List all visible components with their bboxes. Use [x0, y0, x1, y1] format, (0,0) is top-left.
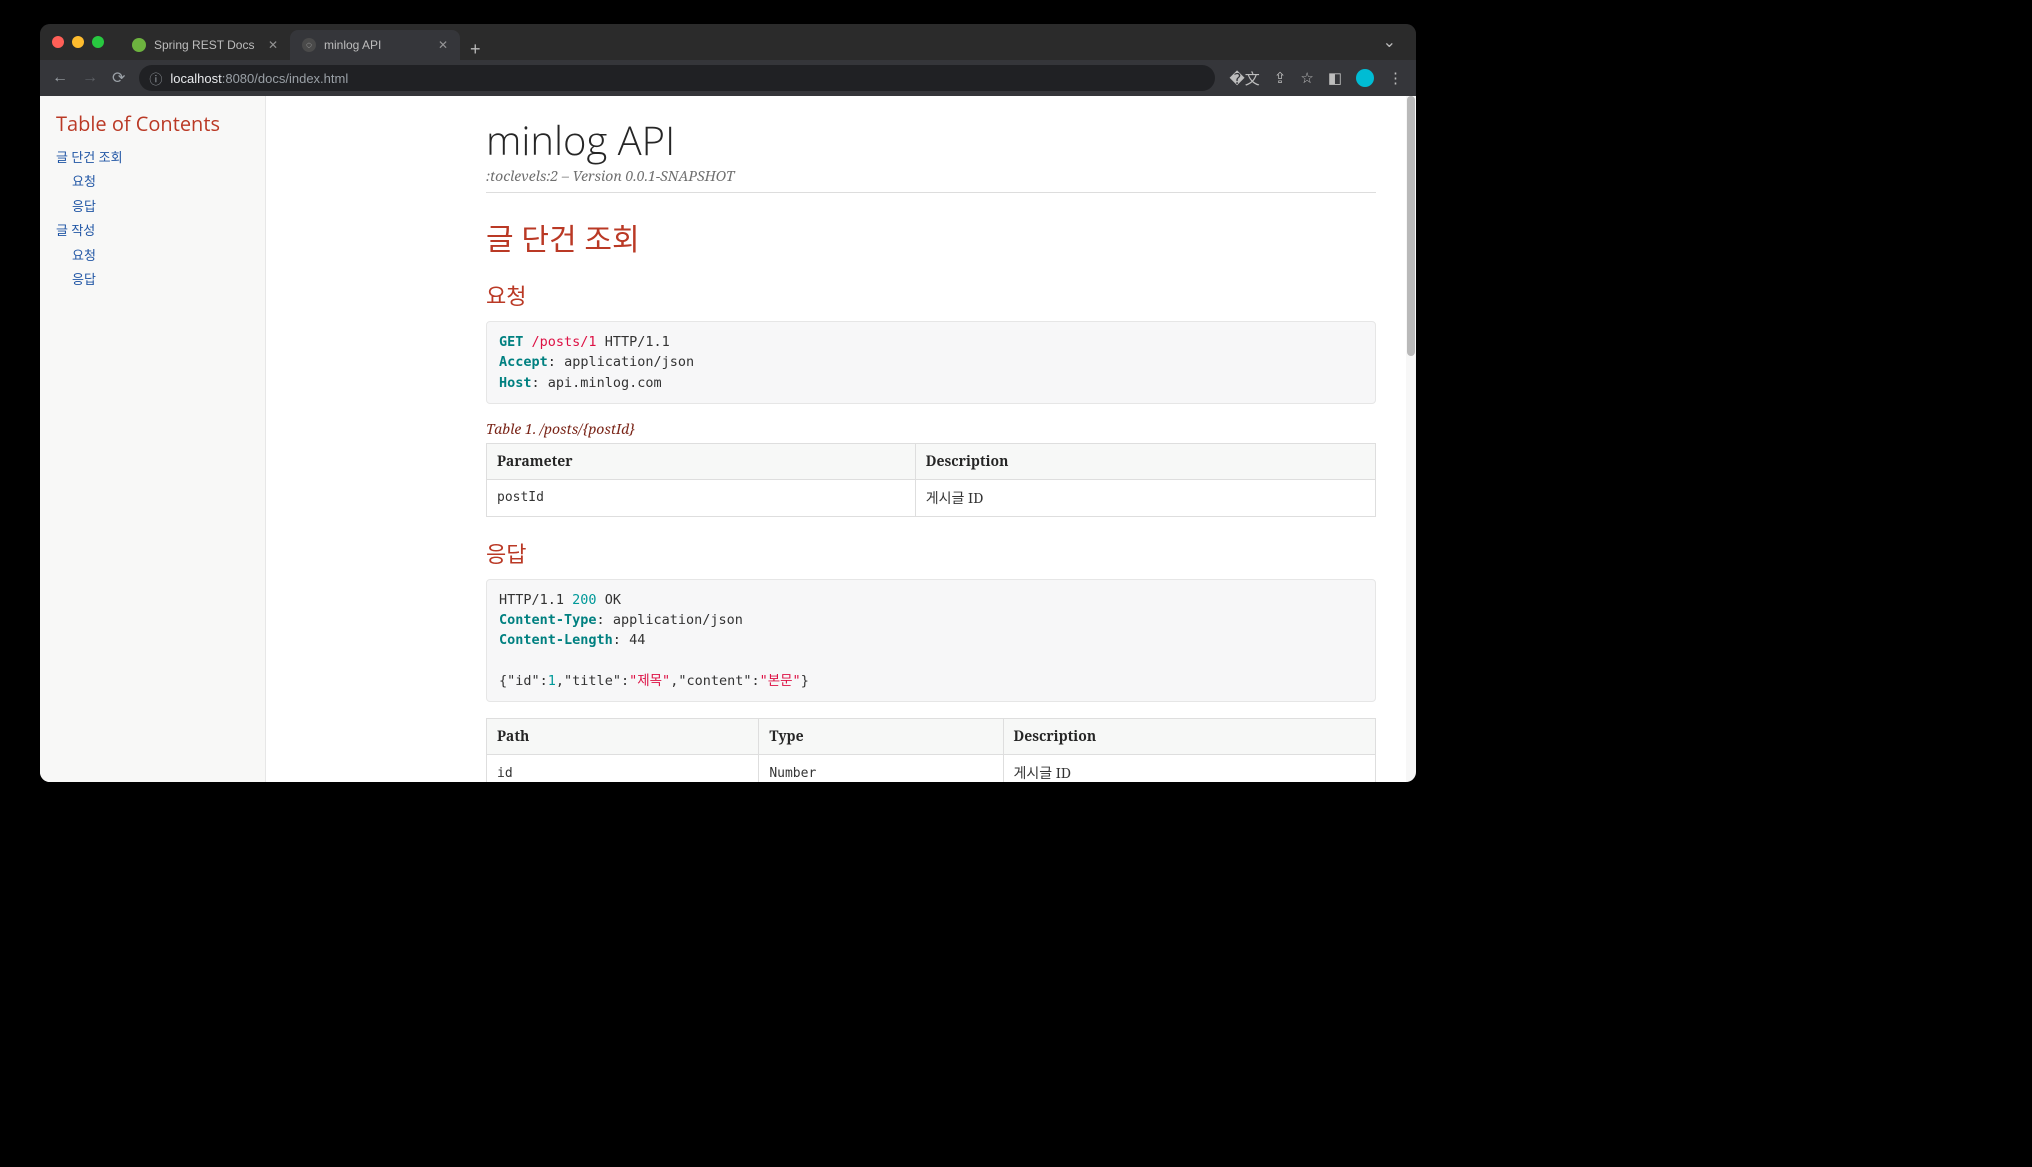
section-heading-get-post: 글 단건 조회	[486, 215, 1376, 259]
browser-window: Spring REST Docs ✕ ◌ minlog API ✕ + ⌄ ← …	[40, 24, 1416, 782]
subsection-response: 응답	[486, 537, 1376, 569]
toc-link[interactable]: 글 작성	[56, 221, 95, 239]
tabs-overflow-button[interactable]: ⌄	[1375, 32, 1404, 52]
toc-link[interactable]: 요청	[72, 246, 96, 264]
tab-minlog-api[interactable]: ◌ minlog API ✕	[290, 30, 460, 60]
url-text: localhost:8080/docs/index.html	[170, 71, 348, 86]
site-info-icon[interactable]: ⓘ	[149, 69, 162, 88]
scrollbar-thumb[interactable]	[1407, 96, 1415, 356]
page-title: minlog API	[486, 112, 1376, 167]
sidebar-toc: Table of Contents 글 단건 조회 요청 응답 글 작성 요청 …	[40, 96, 266, 782]
titlebar: Spring REST Docs ✕ ◌ minlog API ✕ + ⌄	[40, 24, 1416, 60]
window-fullscreen-button[interactable]	[92, 36, 104, 48]
favicon-icon: ◌	[302, 38, 316, 52]
toc-link[interactable]: 응답	[72, 270, 96, 288]
toc-list: 글 단건 조회 요청 응답 글 작성 요청 응답	[56, 145, 249, 291]
profile-avatar[interactable]	[1356, 69, 1374, 87]
version-line: :toclevels:2 – Version 0.0.1-SNAPSHOT	[486, 167, 1376, 193]
toolbar: ← → ⟳ ⓘ localhost:8080/docs/index.html �…	[40, 60, 1416, 96]
kebab-menu-icon[interactable]: ⋮	[1388, 69, 1404, 87]
table-caption: Table 1. /posts/{postId}	[486, 420, 1376, 439]
path-params-table: Parameter Description postId 게시글 ID	[486, 443, 1376, 517]
col-parameter: Parameter	[487, 443, 916, 479]
toc-item-create-post: 글 작성 요청 응답	[56, 218, 249, 291]
subsection-request: 요청	[486, 279, 1376, 311]
table-row: id Number 게시글 ID	[487, 755, 1376, 783]
col-type: Type	[759, 719, 1003, 755]
window-minimize-button[interactable]	[72, 36, 84, 48]
code-request: GET /posts/1 HTTP/1.1 Accept: applicatio…	[486, 321, 1376, 404]
toc-link[interactable]: 요청	[72, 172, 96, 190]
bookmark-icon[interactable]: ☆	[1300, 69, 1313, 87]
new-tab-button[interactable]: +	[460, 39, 491, 60]
toc-link[interactable]: 응답	[72, 197, 96, 215]
forward-button[interactable]: →	[82, 69, 98, 87]
toolbar-actions: �文 ⇪ ☆ ◧ ⋮	[1229, 68, 1404, 89]
back-button[interactable]: ←	[52, 69, 68, 87]
favicon-icon	[132, 38, 146, 52]
tab-spring-rest-docs[interactable]: Spring REST Docs ✕	[120, 30, 290, 60]
col-path: Path	[487, 719, 759, 755]
window-close-button[interactable]	[52, 36, 64, 48]
side-panel-icon[interactable]: ◧	[1328, 69, 1342, 87]
address-bar[interactable]: ⓘ localhost:8080/docs/index.html	[139, 65, 1215, 91]
traffic-lights	[52, 36, 104, 48]
page-scrollbar[interactable]	[1406, 96, 1416, 782]
response-fields-table: Path Type Description id Number 게시글 ID t…	[486, 718, 1376, 782]
tab-title: minlog API	[324, 38, 381, 52]
toc-title: Table of Contents	[56, 110, 249, 137]
toc-link[interactable]: 글 단건 조회	[56, 148, 123, 166]
col-description: Description	[915, 443, 1375, 479]
table-row: postId 게시글 ID	[487, 479, 1376, 516]
tab-title: Spring REST Docs	[154, 38, 254, 52]
col-description: Description	[1003, 719, 1376, 755]
code-response: HTTP/1.1 200 OK Content-Type: applicatio…	[486, 579, 1376, 702]
tab-strip: Spring REST Docs ✕ ◌ minlog API ✕ +	[120, 24, 491, 60]
doc-body: minlog API :toclevels:2 – Version 0.0.1-…	[266, 96, 1416, 782]
toc-item-get-post: 글 단건 조회 요청 응답	[56, 145, 249, 218]
page-content: Table of Contents 글 단건 조회 요청 응답 글 작성 요청 …	[40, 96, 1416, 782]
close-icon[interactable]: ✕	[268, 38, 278, 52]
close-icon[interactable]: ✕	[438, 38, 448, 52]
share-icon[interactable]: ⇪	[1274, 69, 1287, 87]
reload-button[interactable]: ⟳	[112, 68, 125, 88]
translate-icon[interactable]: �文	[1229, 68, 1259, 89]
